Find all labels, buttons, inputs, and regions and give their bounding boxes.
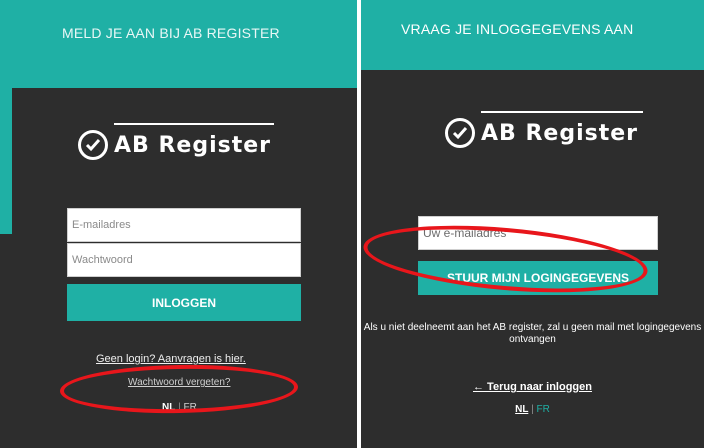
request-credentials-panel: VRAAG JE INLOGGEGEVENS AAN AB Register U… (361, 0, 704, 448)
logo-rule (114, 123, 274, 125)
ab-register-logo: AB Register (445, 111, 643, 148)
lang-separator: | (531, 404, 534, 415)
ab-register-logo: AB Register (78, 123, 274, 160)
login-accent-strip (0, 88, 12, 234)
back-to-login-link[interactable]: ← Terug naar inloggen (361, 381, 704, 393)
login-header-bar (0, 0, 357, 88)
info-text: Als u niet deelneemt aan het AB register… (363, 322, 702, 345)
request-title: VRAAG JE INLOGGEGEVENS AAN (401, 21, 634, 37)
logo-text: AB Register (481, 120, 638, 146)
password-placeholder: Wachtwoord (72, 254, 133, 266)
check-circle-icon (445, 118, 475, 148)
lang-nl-link[interactable]: NL (515, 404, 528, 415)
lang-fr-link[interactable]: FR (536, 404, 549, 415)
logo-text: AB Register (114, 132, 271, 158)
request-access-link[interactable]: Geen login? Aanvragen is hier. (96, 353, 246, 365)
login-button[interactable]: INLOGGEN (67, 284, 301, 321)
language-switcher: NL | FR (361, 404, 704, 415)
email-placeholder: E-mailadres (72, 219, 131, 231)
logo-rule (481, 111, 643, 113)
login-title: MELD JE AAN BIJ AB REGISTER (62, 25, 280, 41)
password-field[interactable]: Wachtwoord (67, 243, 301, 277)
email-field[interactable]: E-mailadres (67, 208, 301, 242)
check-circle-icon (78, 130, 108, 160)
